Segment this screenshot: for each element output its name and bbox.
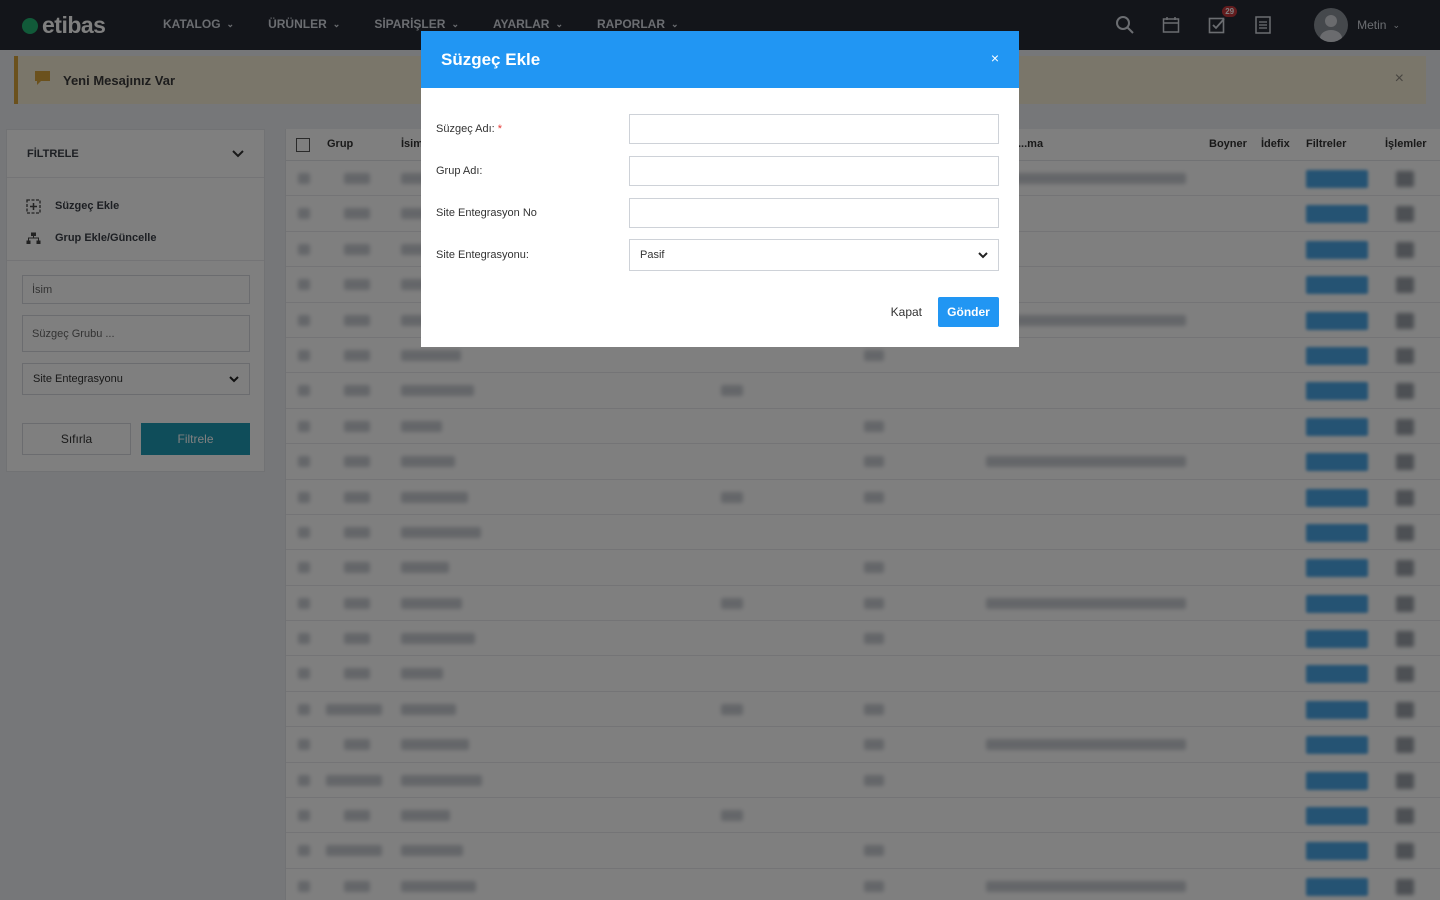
site-integration-label: Site Entegrasyonu: bbox=[436, 249, 529, 261]
site-integration-row: Site Entegrasyonu: Pasif bbox=[436, 234, 999, 276]
required-mark: * bbox=[497, 123, 503, 135]
modal-header: Süzgeç Ekle × bbox=[421, 31, 1019, 88]
filter-name-row: Süzgeç Adı: * bbox=[436, 108, 999, 150]
site-integration-value: Pasif bbox=[640, 249, 665, 261]
group-name-label: Grup Adı: bbox=[436, 165, 483, 177]
chevron-down-icon bbox=[978, 251, 988, 258]
filter-name-label: Süzgeç Adı: * bbox=[436, 123, 629, 135]
site-integration-no-input[interactable] bbox=[629, 198, 999, 228]
group-name-input[interactable] bbox=[629, 156, 999, 186]
close-button[interactable]: Kapat bbox=[891, 305, 922, 319]
site-integration-no-row: Site Entegrasyon No bbox=[436, 192, 999, 234]
add-filter-modal: Süzgeç Ekle × Süzgeç Adı: * Grup Adı: Si… bbox=[421, 31, 1019, 347]
modal-footer: Kapat Gönder bbox=[891, 297, 999, 327]
filter-name-input[interactable] bbox=[629, 114, 999, 144]
site-integration-no-label: Site Entegrasyon No bbox=[436, 207, 537, 219]
site-integration-dropdown[interactable]: Pasif bbox=[629, 239, 999, 271]
group-name-row: Grup Adı: bbox=[436, 150, 999, 192]
close-icon[interactable]: × bbox=[991, 50, 999, 66]
modal-body: Süzgeç Adı: * Grup Adı: Site Entegrasyon… bbox=[421, 88, 1019, 276]
modal-title: Süzgeç Ekle bbox=[441, 49, 541, 69]
filter-name-label-text: Süzgeç Adı: bbox=[436, 123, 495, 135]
submit-button[interactable]: Gönder bbox=[938, 297, 999, 327]
